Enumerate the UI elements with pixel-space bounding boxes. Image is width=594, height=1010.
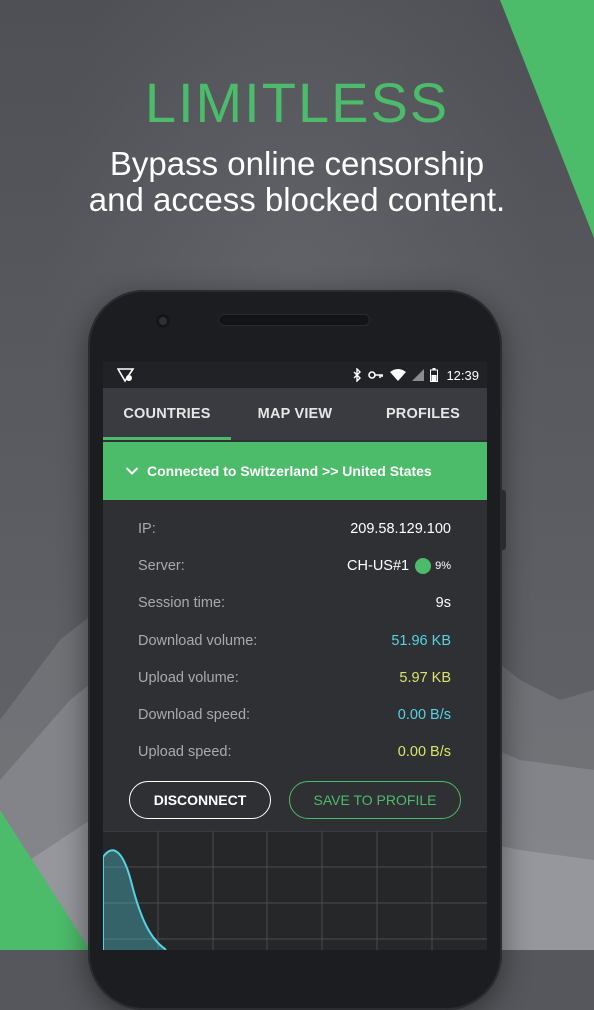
graph-grid — [103, 831, 487, 950]
promo-subline-line-2: and access blocked content. — [88, 181, 506, 218]
status-bar: 12:39 — [103, 362, 487, 388]
server-status-dot — [415, 557, 432, 574]
server-load: 9% — [435, 559, 451, 572]
tab-map-view[interactable]: MAP VIEW — [231, 388, 359, 440]
session-time-label: Session time: — [138, 595, 226, 612]
app-logo-icon — [117, 367, 135, 383]
download-speed-value: 0.00 B/s — [397, 707, 451, 724]
phone-screen: 12:39 COUNTRIES MAP VIEW PROFILES Connec… — [103, 362, 487, 950]
upload-speed-label: Upload speed: — [138, 744, 232, 761]
chevron-down-icon — [125, 466, 139, 476]
connection-status-text: Connected to Switzerland >> United State… — [147, 463, 432, 479]
vpn-key-icon — [368, 370, 384, 380]
detail-row-session: Session time: 9s — [138, 585, 451, 622]
save-to-profile-button[interactable]: SAVE TO PROFILE — [289, 781, 461, 820]
session-time-value: 9s — [435, 595, 451, 612]
upload-volume-value: 5.97 KB — [399, 669, 451, 686]
detail-row-download-speed: Download speed: 0.00 B/s — [138, 696, 451, 733]
connection-details: IP: 209.58.129.100 Server: CH-US#1 9% Se… — [103, 510, 487, 771]
detail-row-download-volume: Download volume: 51.96 KB — [138, 622, 451, 659]
download-speed-label: Download speed: — [138, 707, 251, 724]
detail-row-server: Server: CH-US#1 9% — [138, 547, 451, 584]
server-value-group: CH-US#1 9% — [347, 557, 451, 574]
tab-profiles[interactable]: PROFILES — [359, 388, 487, 440]
signal-icon — [412, 369, 425, 381]
earpiece-speaker — [218, 314, 370, 326]
traffic-graph — [103, 831, 487, 950]
detail-row-ip: IP: 209.58.129.100 — [138, 510, 451, 547]
server-label: Server: — [138, 557, 185, 574]
ip-value: 209.58.129.100 — [350, 520, 451, 537]
server-value: CH-US#1 — [347, 557, 410, 574]
battery-icon — [430, 368, 439, 382]
upload-speed-value: 0.00 B/s — [397, 744, 451, 761]
download-traffic-curve — [103, 849, 167, 950]
download-volume-value: 51.96 KB — [391, 632, 451, 649]
detail-row-upload-volume: Upload volume: 5.97 KB — [138, 659, 451, 696]
phone-side-button — [500, 490, 506, 550]
disconnect-button[interactable]: DISCONNECT — [129, 781, 271, 820]
active-tab-indicator — [103, 437, 231, 440]
promo-headline: LIMITLESS — [144, 71, 450, 134]
front-camera — [156, 314, 170, 328]
promo-subline-line-1: Bypass online censorship — [109, 145, 485, 182]
action-buttons: DISCONNECT SAVE TO PROFILE — [103, 781, 487, 820]
wifi-icon — [390, 369, 407, 381]
green-accent-bottom-left — [0, 810, 90, 950]
upload-volume-label: Upload volume: — [138, 669, 239, 686]
download-volume-label: Download volume: — [138, 632, 258, 649]
status-time: 12:39 — [446, 367, 479, 383]
tab-countries[interactable]: COUNTRIES — [103, 388, 231, 440]
detail-row-upload-speed: Upload speed: 0.00 B/s — [138, 734, 451, 771]
promo-subline: Bypass online censorship and access bloc… — [0, 146, 594, 218]
ip-label: IP: — [138, 520, 156, 537]
connection-status-bar[interactable]: Connected to Switzerland >> United State… — [103, 442, 487, 500]
tab-bar: COUNTRIES MAP VIEW PROFILES — [103, 388, 487, 440]
bluetooth-icon — [352, 368, 362, 382]
